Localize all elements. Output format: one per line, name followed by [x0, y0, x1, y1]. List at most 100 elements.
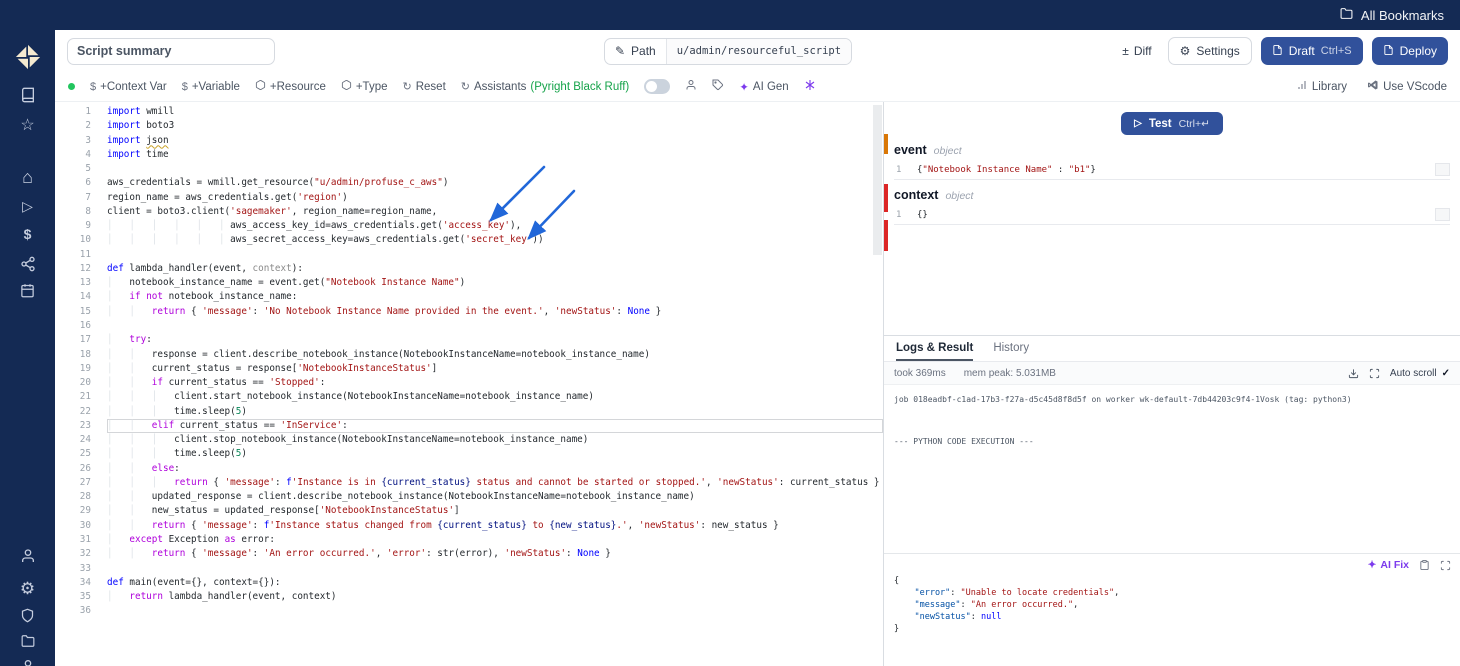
sidebar-item-schedules[interactable] — [0, 283, 55, 298]
code-line[interactable]: 24 │ │ │ client.stop_notebook_instance(No… — [55, 433, 883, 447]
code-line[interactable]: 32 │ │ return { 'message': 'An error occu… — [55, 547, 883, 561]
code-line[interactable]: 4 import time — [55, 148, 883, 162]
add-type-button[interactable]: +Type — [341, 79, 388, 94]
diff-button[interactable]: ± Diff — [1115, 37, 1158, 65]
vscode-icon — [1367, 79, 1379, 94]
code-line[interactable]: 31 │ except Exception as error: — [55, 533, 883, 547]
script-path-value[interactable]: u/admin/resourceful_script — [665, 38, 852, 64]
code-line[interactable]: 20 │ │ if current_status == 'Stopped': — [55, 376, 883, 390]
code-line[interactable]: 10 │ │ │ │ │ │ aws_secret_access_key=aws_… — [55, 233, 883, 247]
tag-button[interactable] — [712, 79, 724, 94]
result-json-line: } — [894, 624, 900, 634]
code-line[interactable]: 36 — [55, 604, 883, 618]
arg-event-input[interactable]: 1 {"Notebook Instance Name" : "b1"} — [894, 161, 1450, 180]
sidebar-item-folders[interactable] — [0, 634, 55, 648]
code-line[interactable]: 34 def main(event={}, context={}): — [55, 576, 883, 590]
add-variable-button[interactable]: $ +Variable — [182, 81, 240, 93]
assistant-toggle[interactable] — [644, 79, 671, 94]
all-bookmarks-button[interactable]: All Bookmarks — [1339, 7, 1444, 23]
add-context-var-button[interactable]: $ +Context Var — [90, 81, 167, 93]
tab-logs-result[interactable]: Logs & Result — [896, 336, 974, 361]
assistants-detail: (Pyright Black Ruff) — [530, 80, 630, 93]
sidebar-logo[interactable] — [0, 44, 55, 70]
code-line[interactable]: 17 │ try: — [55, 333, 883, 347]
folder-icon — [20, 634, 36, 648]
editor-scrollbar[interactable] — [873, 105, 882, 255]
sidebar-item-security[interactable] — [0, 608, 55, 623]
download-logs-button[interactable] — [1348, 368, 1359, 379]
code-line[interactable]: 12 def lambda_handler(event, context): — [55, 262, 883, 276]
code-line[interactable]: 16 — [55, 319, 883, 333]
add-context-var-label: +Context Var — [100, 80, 167, 93]
script-summary-input[interactable] — [67, 37, 275, 65]
ai-options-button[interactable] — [804, 79, 816, 94]
validation-marker-error-1 — [884, 184, 888, 212]
gear-icon: ⚙ — [19, 579, 36, 598]
code-line[interactable]: 35 │ return lambda_handler(event, context… — [55, 590, 883, 604]
use-vscode-button[interactable]: Use VScode — [1367, 79, 1447, 94]
settings-button[interactable]: ⚙ Settings — [1167, 37, 1252, 65]
arg-context: context object 1 {} — [884, 186, 1460, 225]
code-line[interactable]: 23 │ │ elif current_status == 'InService'… — [55, 419, 883, 433]
sidebar-item-runs[interactable]: ▷ — [0, 199, 55, 213]
code-line[interactable]: 28 │ │ updated_response = client.describe… — [55, 490, 883, 504]
code-line[interactable]: 19 │ │ current_status = response['Noteboo… — [55, 362, 883, 376]
sidebar-item-variables[interactable]: $ — [0, 227, 55, 241]
autoscroll-toggle[interactable]: Auto scroll ✓ — [1390, 368, 1450, 379]
diff-icon: ± — [1122, 44, 1129, 58]
arg-context-input[interactable]: 1 {} — [894, 206, 1450, 225]
settings-label: Settings — [1196, 44, 1240, 58]
code-line[interactable]: 27 │ │ │ return { 'message': f'Instance i… — [55, 476, 883, 490]
code-line[interactable]: 13 │ notebook_instance_name = event.get("… — [55, 276, 883, 290]
code-line[interactable]: 6 aws_credentials = wmill.get_resource("u… — [55, 176, 883, 190]
code-line[interactable]: 11 — [55, 248, 883, 262]
code-line[interactable]: 29 │ │ new_status = updated_response['Not… — [55, 504, 883, 518]
add-resource-button[interactable]: +Resource — [255, 79, 326, 94]
code-line[interactable]: 8 client = boto3.client('sagemaker', regi… — [55, 205, 883, 219]
sidebar-item-docs[interactable] — [0, 87, 55, 103]
ai-gen-label: AI Gen — [752, 80, 789, 93]
expand-logs-button[interactable] — [1369, 368, 1380, 379]
test-button[interactable]: ▷ Test Ctrl+↵ — [1121, 112, 1223, 135]
code-line[interactable]: 15 │ │ return { 'message': 'No Notebook I… — [55, 305, 883, 319]
code-line[interactable]: 14 │ if not notebook_instance_name: — [55, 290, 883, 304]
code-line[interactable]: 7 region_name = aws_credentials.get('regi… — [55, 191, 883, 205]
code-line[interactable]: 22 │ │ │ time.sleep(5) — [55, 405, 883, 419]
ai-gen-button[interactable]: ✦ AI Gen — [739, 80, 788, 94]
sidebar-item-home[interactable]: ⌂ — [0, 168, 55, 186]
tab-history[interactable]: History — [993, 336, 1029, 361]
sidebar-item-settings[interactable]: ⚙ — [0, 580, 55, 597]
pencil-icon: ✎ — [614, 44, 626, 58]
code-line[interactable]: 18 │ │ response = client.describe_noteboo… — [55, 348, 883, 362]
library-button[interactable]: Library — [1296, 79, 1347, 94]
code-line[interactable]: 9 │ │ │ │ │ │ aws_access_key_id=aws_crede… — [55, 219, 883, 233]
copy-result-button[interactable] — [1419, 559, 1430, 571]
sidebar-item-resources[interactable] — [0, 256, 55, 272]
code-editor[interactable]: 1 import wmill 2 import boto3 3 import json 4 i… — [55, 105, 883, 619]
sidebar-item-favorites[interactable]: ☆ — [0, 118, 55, 134]
sidebar-item-account[interactable] — [0, 548, 55, 564]
draft-button[interactable]: Draft Ctrl+S — [1260, 37, 1363, 65]
app-sidebar: ☆ ⌂ ▷ $ ⚙ — [0, 30, 55, 666]
code-line[interactable]: 21 │ │ │ client.start_notebook_instance(N… — [55, 390, 883, 404]
code-line[interactable]: 1 import wmill — [55, 105, 883, 119]
result-panel: ✦ AI Fix { "error": "Unable to locate cr… — [884, 553, 1460, 666]
code-line[interactable]: 2 import boto3 — [55, 119, 883, 133]
code-line[interactable]: 3 import json — [55, 134, 883, 148]
path-edit-button[interactable]: ✎ Path — [605, 39, 666, 64]
reset-button[interactable]: ↻ Reset — [403, 80, 446, 94]
deploy-button[interactable]: Deploy — [1371, 37, 1448, 65]
path-label: Path — [631, 44, 656, 58]
code-line[interactable]: 26 │ │ else: — [55, 462, 883, 476]
code-line[interactable]: 5 — [55, 162, 883, 176]
hub-icon — [20, 256, 36, 272]
editor-toolbar: $ +Context Var $ +Variable +Resource +Ty… — [55, 72, 1460, 102]
code-line[interactable]: 25 │ │ │ time.sleep(5) — [55, 447, 883, 461]
ai-fix-button[interactable]: ✦ AI Fix — [1368, 559, 1409, 571]
assistants-button[interactable]: ↻ Assistants (Pyright Black Ruff) — [461, 80, 630, 94]
expand-result-button[interactable] — [1440, 560, 1451, 571]
code-line[interactable]: 33 — [55, 562, 883, 576]
user-mode-button[interactable] — [685, 79, 697, 94]
code-line[interactable]: 30 │ │ return { 'message': f'Instance sta… — [55, 519, 883, 533]
sidebar-item-more[interactable] — [0, 658, 55, 666]
